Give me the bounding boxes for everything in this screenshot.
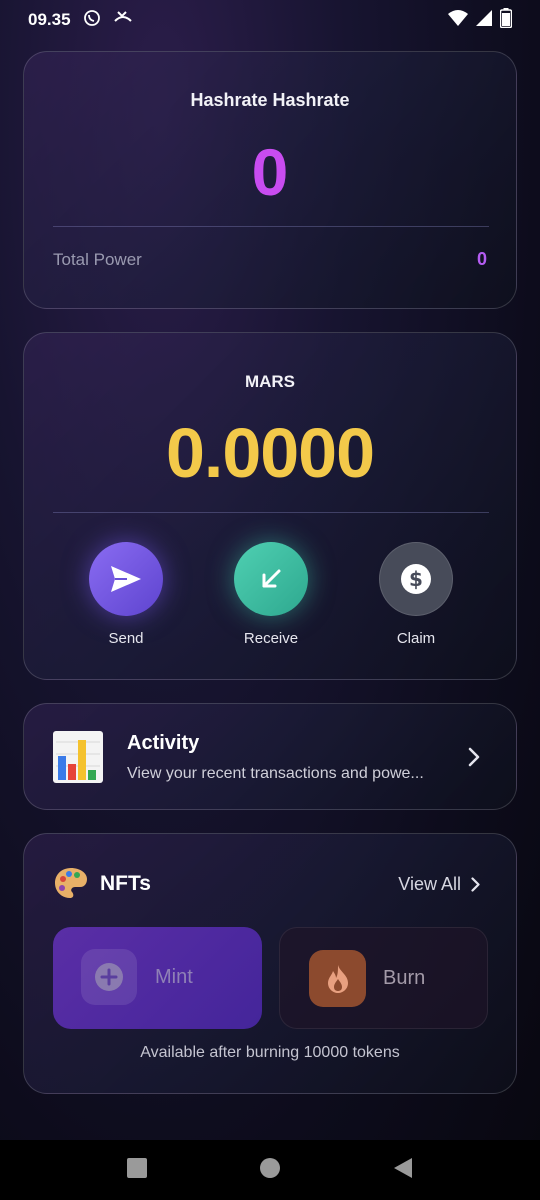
home-icon[interactable]: [259, 1157, 281, 1184]
token-name: MARS: [244, 372, 296, 391]
wifi-icon: [448, 9, 468, 31]
total-power-label: Total Power: [53, 250, 142, 269]
total-power-value: 0: [476, 249, 487, 269]
burn-button[interactable]: Burn: [279, 927, 488, 1029]
send-label: Send: [108, 630, 144, 647]
nfts-card: NFTs View All Mint Burn Available after …: [23, 833, 517, 1094]
signal-icon: [476, 9, 492, 31]
burn-label: Burn: [383, 967, 426, 989]
send-circle[interactable]: [89, 542, 163, 616]
chevron-right-icon: [471, 877, 480, 892]
plus-icon: [95, 963, 123, 991]
svg-text:$: $: [409, 567, 423, 591]
hashrate-title: Hashrate Hashrate: [190, 90, 350, 110]
hashrate-value: 0: [251, 135, 289, 209]
whatsapp-icon: [83, 9, 101, 32]
chevron-right-icon: [468, 747, 480, 772]
receive-label: Receive: [243, 630, 299, 647]
nft-availability-note: Available after burning 10000 tokens: [140, 1044, 400, 1061]
mars-balance: 0.0000: [165, 414, 375, 492]
view-all-label: View All: [398, 874, 461, 894]
flame-icon: [327, 964, 348, 993]
send-button[interactable]: Send: [71, 542, 181, 647]
divider: [53, 512, 489, 513]
burn-icon-box: [309, 950, 366, 1007]
status-time: 09.35: [28, 10, 71, 29]
missed-call-icon: [113, 9, 133, 32]
mint-button[interactable]: Mint: [53, 927, 262, 1029]
claim-circle[interactable]: $: [379, 542, 453, 616]
divider: [53, 226, 489, 227]
receive-circle[interactable]: [234, 542, 308, 616]
system-nav-bar: [0, 1140, 540, 1200]
dollar-icon: $: [401, 564, 431, 594]
activity-subtitle: View your recent transactions and powe..…: [127, 765, 424, 782]
receive-button[interactable]: Receive: [216, 542, 326, 647]
back-icon[interactable]: [392, 1157, 414, 1184]
activity-card[interactable]: Activity View your recent transactions a…: [23, 703, 517, 810]
recents-icon[interactable]: [126, 1157, 148, 1184]
mint-icon-box: [81, 949, 137, 1005]
bar-chart-icon: [52, 730, 104, 789]
claim-label: Claim: [396, 630, 436, 647]
mars-balance-card: MARS 0.0000 Send Receive $ Claim: [23, 332, 517, 680]
palette-icon: [53, 866, 89, 905]
hashrate-card: Hashrate Hashrate 0 Total Power 0: [23, 51, 517, 309]
activity-title: Activity: [127, 732, 200, 754]
status-bar: 09.35: [0, 0, 540, 40]
send-icon: [111, 566, 141, 592]
nfts-title: NFTs: [100, 872, 151, 895]
arrow-down-left-icon: [262, 569, 281, 588]
view-all-link[interactable]: View All: [398, 874, 480, 895]
claim-button[interactable]: $ Claim: [361, 542, 471, 647]
battery-icon: [499, 7, 513, 33]
mint-label: Mint: [155, 966, 193, 988]
